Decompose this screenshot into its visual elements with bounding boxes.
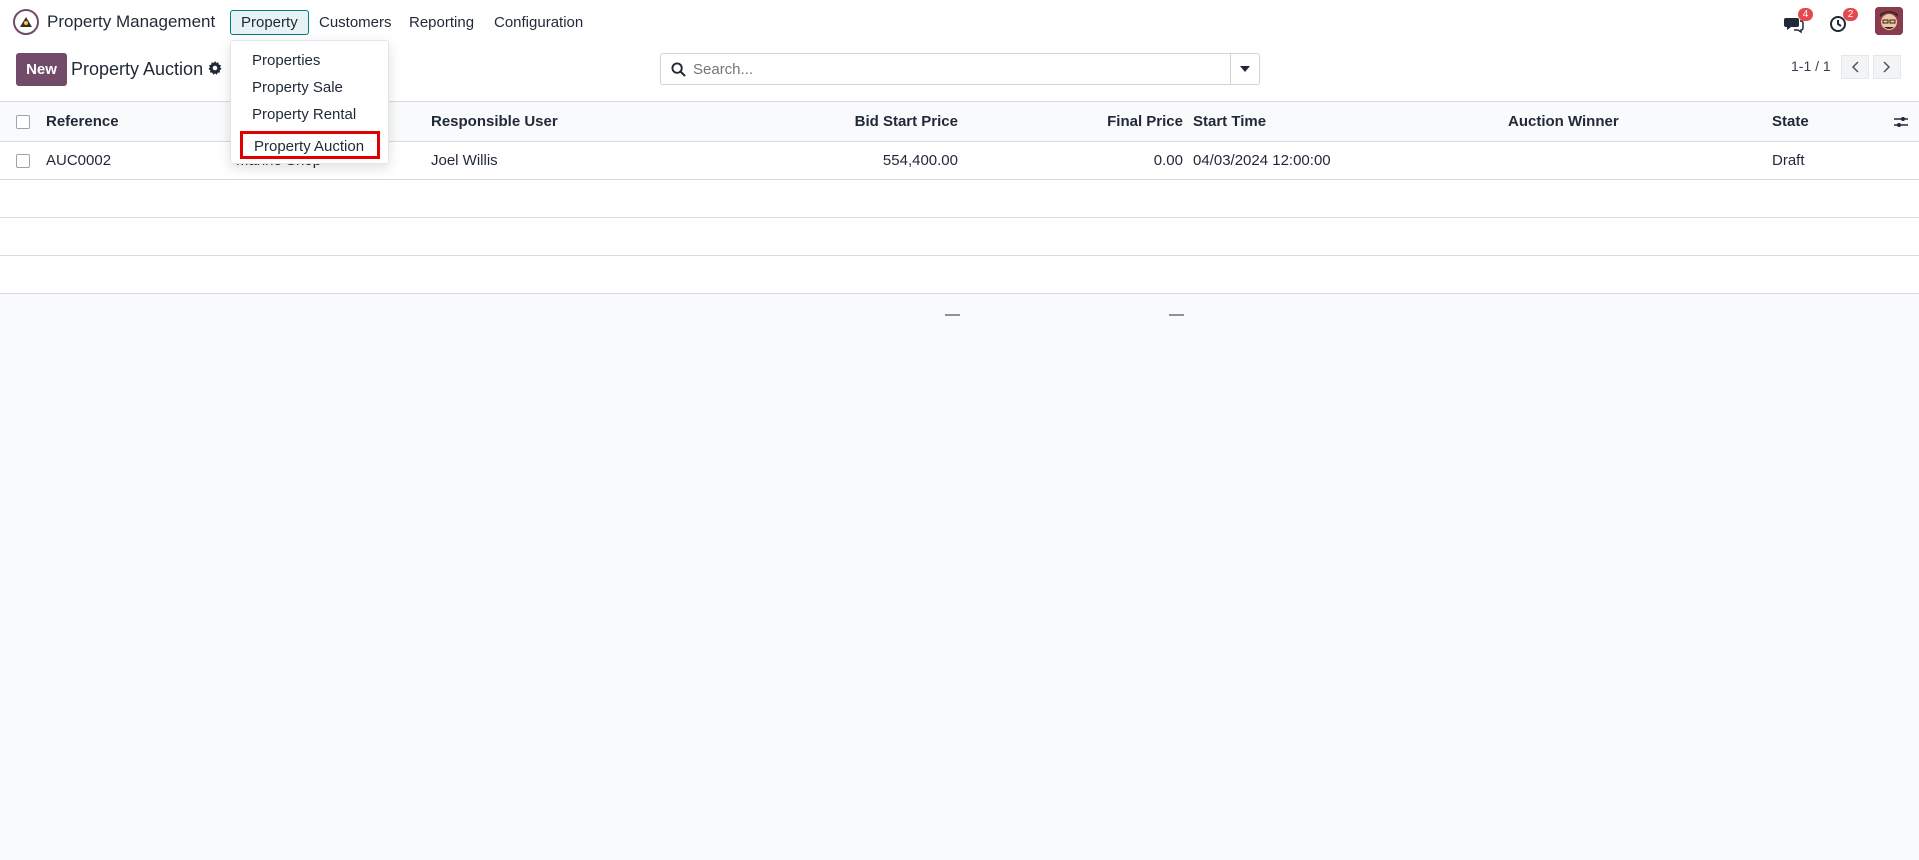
messages-button[interactable]: 4 [1784, 8, 1813, 34]
cell-responsible-user: Joel Willis [431, 152, 498, 169]
messages-badge: 4 [1798, 8, 1813, 21]
total-bid-start-price: — [945, 306, 960, 323]
activities-badge: 2 [1843, 8, 1858, 21]
pager-value[interactable]: 1-1 / 1 [1791, 58, 1831, 74]
app-name[interactable]: Property Management [47, 12, 215, 32]
app-logo-icon[interactable] [13, 9, 39, 35]
column-header-start-time[interactable]: Start Time [1193, 102, 1266, 141]
empty-row [0, 256, 1919, 294]
caret-down-icon [1240, 66, 1250, 72]
activities-button[interactable]: 2 [1829, 8, 1858, 34]
pager-previous-button[interactable] [1841, 55, 1869, 79]
totals-row: — — [0, 297, 1919, 333]
new-button[interactable]: New [16, 53, 67, 86]
optional-columns-icon[interactable] [1894, 115, 1908, 129]
search-icon [671, 62, 686, 77]
cell-bid-start-price: 554,400.00 [882, 152, 958, 169]
column-header-reference[interactable]: Reference [46, 102, 119, 141]
chevron-right-icon [1883, 61, 1891, 73]
column-header-final-price[interactable]: Final Price [1000, 102, 1183, 141]
menu-property[interactable]: Property [230, 10, 309, 35]
row-checkbox[interactable] [16, 153, 30, 168]
menu-customers[interactable]: Customers [308, 10, 403, 35]
page-title: Property Auction [71, 59, 204, 79]
menu-reporting[interactable]: Reporting [398, 10, 485, 35]
cell-reference: AUC0002 [46, 152, 112, 169]
column-header-bid-start-price[interactable]: Bid Start Price [760, 102, 958, 141]
search-input[interactable] [693, 54, 1220, 84]
dropdown-item-properties[interactable]: Properties [231, 47, 388, 74]
search-box[interactable] [660, 53, 1260, 85]
gear-icon[interactable] [208, 61, 222, 75]
pager-next-button[interactable] [1873, 55, 1901, 79]
dropdown-item-property-rental[interactable]: Property Rental [231, 101, 388, 128]
cell-state: Draft [1772, 152, 1805, 169]
dropdown-item-property-auction[interactable]: Property Auction [240, 131, 380, 159]
select-all-checkbox[interactable] [16, 114, 30, 129]
user-avatar[interactable] [1875, 7, 1903, 35]
cell-start-time: 04/03/2024 12:00:00 [1193, 152, 1331, 169]
cell-final-price: 0.00 [1153, 152, 1183, 169]
top-navbar: Property Management Property Customers R… [0, 0, 1919, 43]
column-header-auction-winner[interactable]: Auction Winner [1508, 102, 1619, 141]
search-options-toggle[interactable] [1230, 54, 1259, 84]
menu-configuration[interactable]: Configuration [483, 10, 594, 35]
total-final-price: — [1169, 306, 1184, 323]
column-header-state[interactable]: State [1772, 102, 1809, 141]
empty-row [0, 218, 1919, 256]
property-dropdown-menu: Properties Property Sale Property Rental… [230, 40, 389, 164]
dropdown-item-property-sale[interactable]: Property Sale [231, 74, 388, 101]
column-header-responsible-user[interactable]: Responsible User [431, 102, 558, 141]
empty-row [0, 180, 1919, 218]
chevron-left-icon [1851, 61, 1859, 73]
